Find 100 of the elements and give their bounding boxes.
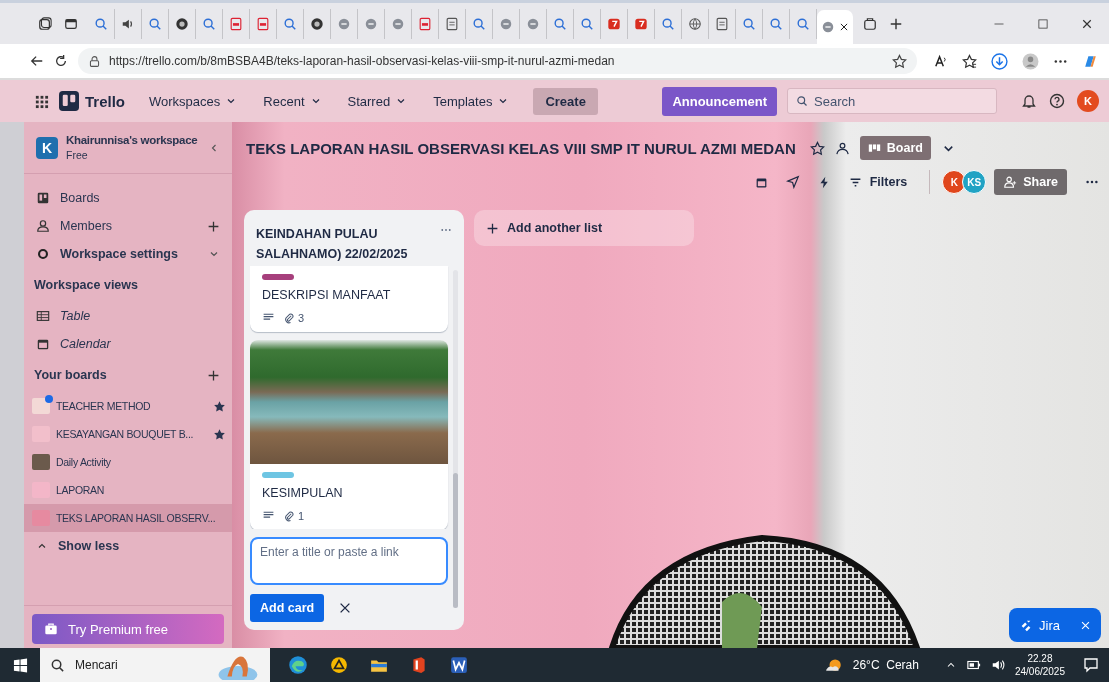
app-icon (607, 16, 621, 31)
add-icon (486, 221, 499, 235)
search-icon (661, 16, 675, 31)
table-icon (36, 309, 50, 323)
site-icon (526, 16, 540, 31)
help-icon[interactable] (1049, 93, 1065, 109)
address-bar[interactable]: https://trello.com/b/8mBSBA4B/teks-laporan-hasil-observasi-kelas-viii-smp-it-nurul-azmi-medan (78, 48, 917, 74)
section-heading: Workspace views (33, 277, 139, 294)
add-icon[interactable] (207, 219, 220, 233)
search-icon (148, 16, 162, 31)
scrollbar[interactable] (453, 270, 458, 608)
weather-icon (824, 656, 843, 674)
back-icon[interactable] (30, 54, 44, 68)
premium-button[interactable]: Try Premium free (32, 614, 224, 644)
add-list-button[interactable]: Add another list (474, 210, 694, 246)
jira-button[interactable]: Jira (1009, 608, 1101, 642)
read-aloud-icon[interactable] (933, 53, 948, 69)
nav-menu[interactable]: Templates (425, 87, 518, 115)
announcement-button[interactable]: Announcement (662, 86, 777, 116)
send-icon[interactable] (785, 175, 800, 189)
board-title[interactable]: TEKS LAPORAN HASIL OBSERVASI KELAS VIII SMP IT NURUL AZMI MEDAN (246, 139, 796, 157)
download-icon[interactable] (991, 52, 1008, 70)
search-icon (580, 16, 594, 31)
board-item[interactable]: TEKS LAPORAN HASIL OBSERV... (24, 504, 232, 532)
card[interactable]: KESIMPULAN 1 (250, 340, 448, 529)
word-icon[interactable] (450, 656, 468, 674)
url-text: https://trello.com/b/8mBSBA4B/teks-laporan-hasil-observasi-kelas-viii-smp-it-nurul-azmi-medan (109, 54, 615, 68)
sidebar-item[interactable]: Workspace settings (24, 240, 232, 268)
document-icon (715, 16, 729, 31)
plan-label: Free (66, 149, 89, 161)
taskbar-search[interactable]: Mencari (40, 648, 270, 682)
tab-search-icon[interactable] (863, 16, 877, 31)
sidebar-item[interactable]: Boards (24, 184, 232, 212)
person-icon (36, 219, 50, 233)
browser-icon[interactable] (288, 655, 308, 675)
search-icon (769, 16, 783, 31)
search-icon (553, 16, 567, 31)
favorites-icon[interactable] (962, 53, 977, 69)
favorite-star-icon[interactable] (892, 53, 907, 69)
workspace-visibility-icon[interactable] (834, 140, 850, 156)
user-avatar[interactable]: K (1077, 90, 1099, 112)
profile-icon[interactable] (1022, 52, 1039, 70)
nav-menu[interactable]: Workspaces (141, 87, 246, 115)
board-item[interactable]: KESAYANGAN BOUQUET B... (24, 420, 232, 448)
filters-button[interactable]: Filters (848, 175, 908, 189)
clock[interactable]: 22.28 24/06/2025 (1014, 652, 1065, 678)
nav-menu[interactable]: Starred (339, 87, 416, 115)
jira-label: Jira (1039, 617, 1060, 633)
show-less-button[interactable]: Show less (24, 532, 232, 560)
sidebar-item[interactable]: Calendar (24, 330, 232, 358)
search-icon (472, 16, 486, 31)
star-icon[interactable] (809, 140, 825, 156)
search-icon (742, 16, 756, 31)
site-icon (337, 16, 351, 31)
search-field[interactable]: Search (787, 88, 997, 114)
sidebar-item[interactable]: Table (24, 302, 232, 330)
card[interactable]: DESKRIPSI MANFAAT 3 (250, 266, 448, 332)
pdf-icon (256, 16, 270, 31)
trello-logo[interactable]: Trello (59, 91, 125, 111)
calendar-icon[interactable] (754, 175, 768, 189)
search-icon (94, 16, 108, 31)
tab-actions-icon (64, 16, 78, 31)
app-switcher-icon[interactable] (34, 93, 49, 109)
card-title: DESKRIPSI MANFAAT (262, 288, 392, 302)
add-card-button[interactable]: Add card (250, 594, 325, 622)
board-item[interactable]: LAPORAN (24, 476, 232, 504)
star-icon[interactable] (213, 427, 226, 441)
create-button[interactable]: Create (533, 87, 598, 115)
notifications-icon[interactable] (1083, 657, 1099, 673)
battery-icon[interactable] (966, 658, 981, 672)
board-view-button[interactable]: Board (859, 136, 931, 160)
close-icon[interactable] (1081, 17, 1093, 30)
search-icon (202, 16, 216, 31)
logo-icon (59, 91, 79, 111)
nav-menu[interactable]: Recent (255, 87, 330, 115)
add-icon[interactable] (207, 368, 220, 382)
reload-icon[interactable] (54, 54, 68, 68)
board-item[interactable]: Daily Activity (24, 448, 232, 476)
speaker-icon[interactable] (990, 658, 1005, 672)
weather-text[interactable]: 26°C Cerah (852, 658, 919, 672)
board-icon (867, 141, 881, 155)
site-icon (391, 16, 405, 31)
list-title[interactable]: KEINDAHAN PULAU SALAHNAMO) 22/02/2025 (256, 224, 440, 264)
board-icon (36, 191, 50, 205)
new-tab-icon[interactable] (889, 16, 903, 31)
site-icon (364, 16, 378, 31)
add-person-icon (1003, 175, 1018, 189)
notification-bell-icon[interactable] (1021, 93, 1037, 109)
card-title-input[interactable]: Enter a title or paste a link (250, 537, 448, 585)
board-item[interactable]: TEACHER METHOD (24, 392, 232, 420)
workspace-name: Khairunnisa's workspace (66, 134, 198, 146)
attachment-icon (283, 509, 295, 522)
maximize-icon[interactable] (1037, 17, 1049, 30)
star-icon[interactable] (213, 399, 226, 413)
sidebar-item[interactable]: Members (24, 212, 232, 240)
office-icon[interactable] (410, 656, 428, 674)
windows-logo-icon[interactable] (12, 657, 28, 673)
search-icon (796, 16, 810, 31)
triangle-app-icon[interactable] (330, 656, 348, 674)
share-button[interactable]: Share (994, 169, 1067, 195)
